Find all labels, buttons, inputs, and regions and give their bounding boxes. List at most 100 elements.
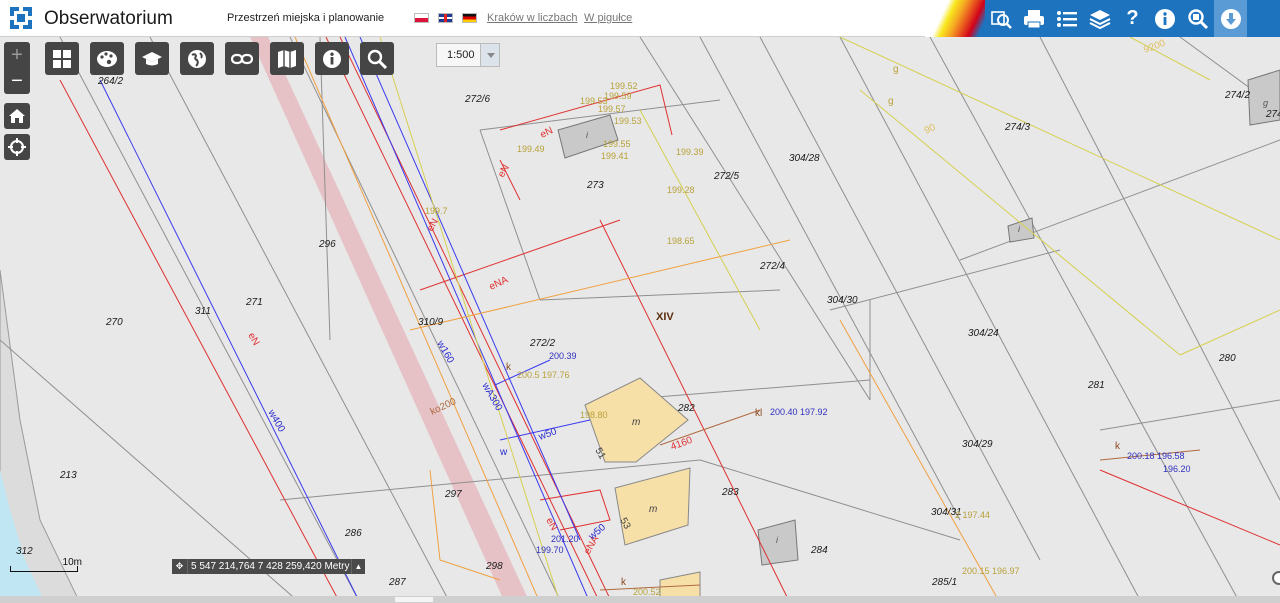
parcel-label: 286: [344, 528, 362, 539]
link-summary[interactable]: W pigułce: [584, 12, 632, 24]
height-label: 199.49: [517, 144, 545, 154]
map-canvas[interactable]: 264/2 272/6 273 272/5 304/28 274/2 274/3 274/4 2…: [0, 37, 1280, 603]
building-label: g: [888, 96, 894, 107]
parcel-label: 270: [105, 317, 123, 328]
building-label: kl: [755, 408, 762, 419]
parcel-label: 281: [1087, 380, 1105, 391]
parcel-label: 274/2: [1224, 90, 1250, 101]
map-tools: [45, 42, 394, 75]
coordinates-readout: ✥ 5 547 214,764 7 428 259,420 Metry ▲: [172, 559, 365, 574]
height-label: 199.59: [604, 91, 632, 101]
building-letter: g: [1263, 98, 1268, 108]
chevron-up-icon[interactable]: ▲: [351, 559, 365, 574]
parcel-label: 282: [677, 403, 695, 414]
main-toolbar: ?: [985, 0, 1280, 37]
parcel-label: 272/2: [529, 338, 555, 349]
parcel-label: 285/1: [931, 577, 957, 588]
parcel-label: 271: [245, 297, 263, 308]
scale-bar-line: [10, 566, 78, 572]
search-icon[interactable]: [360, 42, 394, 75]
parcel-label: 304/30: [827, 295, 858, 306]
cadastral-map[interactable]: 264/2 272/6 273 272/5 304/28 274/2 274/3 274/4 2…: [0, 37, 1280, 603]
parcel-label: 312: [16, 546, 33, 557]
parcel-label: 297: [444, 489, 462, 500]
height-label: 200.5 197.76: [517, 370, 570, 380]
height-label: 199.28: [667, 185, 695, 195]
parcel-label: 304/24: [968, 328, 999, 339]
link-icon[interactable]: [225, 42, 259, 75]
home-icon[interactable]: [4, 103, 30, 129]
building-label: m: [632, 417, 640, 428]
parcel-label: 287: [388, 577, 406, 588]
utility-label: w: [499, 447, 508, 458]
coordinates-text: 5 547 214,764 7 428 259,420 Metry: [191, 561, 350, 572]
flag-de-icon[interactable]: [462, 13, 477, 23]
zoom-in-icon[interactable]: +: [4, 42, 30, 68]
district-label: XIV: [656, 311, 674, 323]
parcel-label: 274/4: [1265, 109, 1280, 120]
parcel-label: 298: [485, 561, 503, 572]
crosshair-icon[interactable]: ✥: [172, 559, 188, 574]
height-label: 2 197.44: [955, 510, 990, 520]
flag-pl-icon[interactable]: [414, 13, 429, 23]
parcel-label: 283: [721, 487, 739, 498]
height-label: 199.53: [614, 116, 642, 126]
search-map-icon[interactable]: [985, 0, 1018, 37]
palette-icon[interactable]: [90, 42, 124, 75]
parcel-label: 296: [318, 239, 336, 250]
parcel-label: 213: [59, 470, 77, 481]
parcel-label: 304/29: [962, 439, 993, 450]
horizontal-scrollbar[interactable]: [0, 596, 1280, 603]
education-icon[interactable]: [135, 42, 169, 75]
height-label: 199.39: [676, 147, 704, 157]
height-label: 198.80: [580, 410, 608, 420]
parcel-label: 311: [195, 306, 211, 317]
parcel-label: 273: [586, 180, 604, 191]
height-label: 200.40 197.92: [770, 407, 828, 417]
app-title: Obserwatorium: [44, 8, 173, 29]
app-root: Obserwatorium Przestrzeń miejska i plano…: [0, 0, 1280, 603]
height-label: 196.20: [1163, 464, 1191, 474]
map-icon[interactable]: [270, 42, 304, 75]
compass-icon[interactable]: [1272, 571, 1280, 585]
height-label: 199.41: [601, 151, 629, 161]
parcel-label: 280: [1218, 353, 1236, 364]
zoom-out-icon[interactable]: −: [4, 68, 30, 94]
height-label: 199.52: [610, 81, 638, 91]
info-icon[interactable]: [1149, 0, 1182, 37]
help-icon[interactable]: ?: [1116, 0, 1149, 37]
header-decoration: [925, 0, 987, 37]
height-label: 200.15 196.97: [962, 566, 1020, 576]
info-tool-icon[interactable]: [315, 42, 349, 75]
locate-icon[interactable]: [4, 134, 30, 160]
list-icon[interactable]: [1051, 0, 1084, 37]
height-label: 200.39: [549, 351, 577, 361]
parcel-label: 274/3: [1004, 122, 1030, 133]
link-krakow-stats[interactable]: Kraków w liczbach: [487, 12, 577, 24]
download-icon[interactable]: [1214, 0, 1248, 37]
flag-en-icon[interactable]: [438, 13, 453, 23]
scale-value: 1:500: [447, 49, 475, 61]
height-label: 199.55: [603, 139, 631, 149]
zoom-control: + −: [4, 42, 30, 94]
scale-bar: 10m: [10, 557, 82, 572]
zoom-search-icon[interactable]: [1182, 0, 1215, 37]
parcel-label: 304/28: [789, 153, 820, 164]
grid-icon[interactable]: [45, 42, 79, 75]
globe-icon[interactable]: [180, 42, 214, 75]
height-label: 199.7: [425, 206, 448, 216]
scrollbar-thumb[interactable]: [395, 597, 433, 602]
parcel-label: 272/5: [713, 171, 739, 182]
parcel-label: 272/4: [759, 261, 785, 272]
print-icon[interactable]: [1018, 0, 1051, 37]
height-label: 198.65: [667, 236, 695, 246]
layers-icon[interactable]: [1083, 0, 1116, 37]
logo-icon: [10, 7, 32, 29]
scale-select[interactable]: 1:500: [436, 43, 500, 67]
parcel-label: 284: [810, 545, 828, 556]
chevron-down-icon[interactable]: [480, 44, 499, 66]
height-label: 199.70: [536, 545, 564, 555]
top-header: Obserwatorium Przestrzeń miejska i plano…: [0, 0, 1280, 37]
parcel-label: 264/2: [97, 76, 123, 87]
